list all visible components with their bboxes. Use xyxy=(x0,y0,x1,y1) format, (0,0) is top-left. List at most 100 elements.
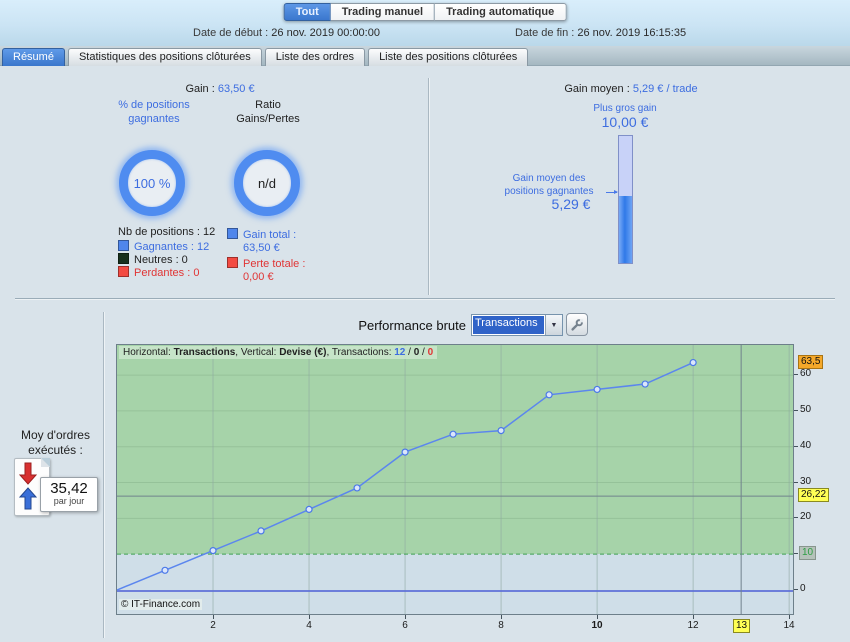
tab-trading-automatique[interactable]: Trading automatique xyxy=(435,3,567,21)
orders-up-arrow-icon xyxy=(18,487,38,510)
y-axis-tick xyxy=(794,374,798,375)
gain-title-label: Gain : xyxy=(185,83,215,95)
cursor-y-badge: 26,22 xyxy=(798,488,830,502)
wrench-icon xyxy=(571,318,584,331)
positions-count: Nb de positions : 12 xyxy=(118,226,216,238)
ratio-donut: n/d xyxy=(234,150,300,216)
stats-vertical-divider xyxy=(428,78,429,295)
view-switcher: Tout Trading manuel Trading automatique xyxy=(283,3,567,21)
x-axis-label: 14 xyxy=(783,620,795,631)
chart-y-axis: 0 10 20 30 40 50 60 63,5 26,22 xyxy=(794,344,850,624)
x-axis-tick xyxy=(693,615,694,619)
chart-settings-button[interactable] xyxy=(566,313,588,336)
x-axis-label: 10 xyxy=(591,620,603,631)
y-axis-label: 60 xyxy=(800,368,812,379)
tab-trading-manuel[interactable]: Trading manuel xyxy=(330,3,436,21)
orders-down-arrow-icon xyxy=(18,462,38,485)
date-start-label: Date de début : xyxy=(193,27,269,39)
separator: / xyxy=(405,347,414,358)
winning-pct-value: 100 % xyxy=(133,175,171,191)
loss-total-label: Perte totale : xyxy=(243,258,306,270)
winning-row: Gagnantes : 12 xyxy=(118,240,209,253)
x-axis-tick xyxy=(597,615,598,619)
y-axis-tick xyxy=(794,553,798,554)
tab-statistiques[interactable]: Statistiques des positions clôturées xyxy=(67,48,262,66)
winning-label: Gagnantes : 12 xyxy=(134,241,210,253)
y-axis-tick xyxy=(794,482,798,483)
gain-moyen-value: 5,29 € / trade xyxy=(632,83,698,95)
losing-color-swatch xyxy=(118,266,129,277)
chart-header-transactions-label: , Transactions: xyxy=(326,347,395,358)
gain-title-value: 63,50 € xyxy=(217,83,255,95)
chart-header-vertical-label: , Vertical: xyxy=(235,347,280,358)
performance-chart[interactable] xyxy=(116,344,794,615)
y-axis-label: 50 xyxy=(800,404,812,415)
tab-liste-ordres[interactable]: Liste des ordres xyxy=(264,48,366,66)
gain-title: Gain : 63,50 € xyxy=(130,83,310,97)
neutral-color-swatch xyxy=(118,253,129,264)
orders-per-day-unit: par jour xyxy=(53,496,85,506)
y-axis-tick xyxy=(794,517,798,518)
tab-liste-positions[interactable]: Liste des positions clôturées xyxy=(368,48,529,66)
date-end: Date de fin : 26 nov. 2019 16:15:35 xyxy=(515,27,686,39)
chart-header-horizontal-value: Transactions xyxy=(173,347,236,358)
winning-color-swatch xyxy=(118,240,129,251)
chart-header: Horizontal: Transactions, Vertical: Devi… xyxy=(119,346,438,359)
chart-header-vertical-value: Devise (€) xyxy=(279,347,327,358)
y-axis-tick xyxy=(794,410,798,411)
neutral-row: Neutres : 0 xyxy=(118,253,188,266)
y-axis-label: 30 xyxy=(800,476,812,487)
avg-win-value: 5,29 € xyxy=(551,196,591,212)
tab-resume[interactable]: Résumé xyxy=(2,48,65,66)
y-axis-label: 40 xyxy=(800,440,812,451)
orders-per-day-label: Moy d'ordres exécutés : xyxy=(21,428,90,457)
losing-row: Perdantes : 0 xyxy=(118,266,199,279)
gain-moyen-label: Gain moyen : xyxy=(564,83,630,95)
x-axis-tick xyxy=(309,615,310,619)
chart-header-horizontal-label: Horizontal: xyxy=(123,347,174,358)
chart-left-divider xyxy=(103,312,104,638)
date-end-value: 26 nov. 2019 16:15:35 xyxy=(577,27,687,39)
gain-total-value: 63,50 € xyxy=(243,242,280,254)
date-end-label: Date de fin : xyxy=(515,27,575,39)
x-axis-label: 4 xyxy=(306,620,312,631)
avg-win-label: Gain moyen des positions gagnantes xyxy=(504,173,594,197)
trading-report-window: Tout Trading manuel Trading automatique … xyxy=(0,0,850,642)
loss-total-row: Perte totale : xyxy=(227,257,305,270)
date-start-value: 26 nov. 2019 00:00:00 xyxy=(271,27,380,39)
ratio-label: Ratio Gains/Pertes xyxy=(236,99,300,125)
report-tabs: Résumé Statistiques des positions clôtur… xyxy=(2,48,529,66)
chart-header-count-win: 12 xyxy=(394,347,406,358)
y-axis-label: 0 xyxy=(800,583,806,594)
x-axis-label: 6 xyxy=(402,620,408,631)
loss-total-swatch xyxy=(227,257,238,268)
top-toolbar: Tout Trading manuel Trading automatique … xyxy=(0,0,850,46)
chevron-down-icon[interactable]: ▼ xyxy=(545,315,562,335)
neutral-label: Neutres : 0 xyxy=(134,254,188,266)
x-axis-tick xyxy=(213,615,214,619)
avg-gain-gauge-fill xyxy=(619,195,632,263)
tab-tout[interactable]: Tout xyxy=(283,3,331,21)
x-axis-label: 2 xyxy=(210,620,216,631)
y-axis-tick xyxy=(794,446,798,447)
last-value-badge: 63,5 xyxy=(798,355,824,369)
date-start: Date de début : 26 nov. 2019 00:00:00 xyxy=(193,27,380,39)
performance-mode-select[interactable]: Transactions ▼ xyxy=(471,314,563,336)
losing-label: Perdantes : 0 xyxy=(134,267,200,279)
orders-per-day-value: 35,42 xyxy=(50,480,88,497)
cursor-x-badge: 13 xyxy=(733,619,751,633)
x-axis-tick xyxy=(789,615,790,619)
gain-total-row: Gain total : xyxy=(227,228,296,241)
performance-mode-value: Transactions xyxy=(473,316,544,334)
winning-pct-label: % de positions gagnantes xyxy=(118,99,190,125)
avg-gain-gauge xyxy=(618,135,633,264)
separator: / xyxy=(419,347,428,358)
avg-win-pointer xyxy=(606,190,618,194)
x-axis-label: 12 xyxy=(687,620,699,631)
biggest-gain-value: 10,00 € xyxy=(601,114,649,130)
y-axis-threshold-label: 10 xyxy=(799,546,817,560)
gain-total-label: Gain total : xyxy=(243,229,297,241)
x-axis-tick xyxy=(405,615,406,619)
chart-x-axis: 2 4 6 8 10 12 14 13 xyxy=(117,615,817,640)
y-axis-tick xyxy=(794,589,798,590)
